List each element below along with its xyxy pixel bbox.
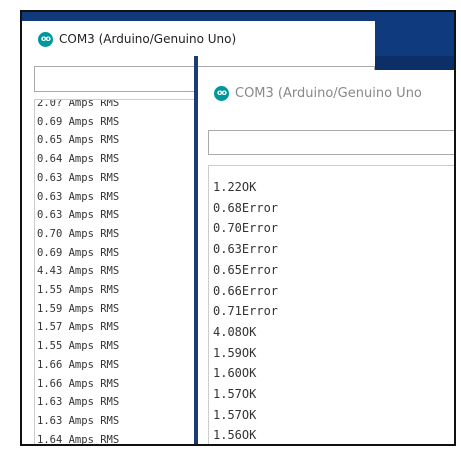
serial-output-line: 1.59 Amps RMS [37,302,120,315]
serial-output-line: 1.66 Amps RMS [37,358,120,371]
screenshot-frame: oo COM3 (Arduino/Genuino Uno) 2.0? Amps … [20,10,456,446]
window-titlebar[interactable]: oo COM3 (Arduino/Genuino Uno [198,70,454,116]
desktop-background [22,12,375,21]
serial-output-line: 1.56OK [213,428,257,443]
serial-output-lines: 2.0? Amps RMS 0.69 Amps RMS 0.65 Amps RMS 0… [35,99,120,446]
serial-output-line: 0.71Error [213,304,279,319]
serial-output-line: 0.69 Amps RMS [37,115,120,128]
serial-output-line: 4.43 Amps RMS [37,265,120,278]
serial-output-line: 0.70Error [213,221,279,236]
arduino-infinity-icon: oo [38,31,53,47]
serial-output-line: 1.59OK [213,345,257,360]
serial-output-line: 1.55 Amps RMS [37,340,120,353]
window-titlebar[interactable]: oo COM3 (Arduino/Genuino Uno) [22,21,375,57]
serial-output-line: 1.60OK [213,366,257,381]
serial-output-line: 0.65 Amps RMS [37,134,120,147]
desktop-background [375,12,454,56]
serial-output-line: 1.57 Amps RMS [37,321,120,334]
serial-output-line: 0.69 Amps RMS [37,246,120,259]
serial-output-pane[interactable]: 1.22OK 0.68Error 0.70Error 0.63Error 0.65Err… [208,165,454,444]
serial-output-line: 0.66Error [213,283,279,298]
serial-output-line: 1.22OK [213,180,257,194]
serial-output-line: 1.57OK [213,387,257,402]
arduino-infinity-icon: oo [214,85,229,101]
serial-output-line: 1.57OK [213,407,257,422]
serial-output-line: 1.64 Amps RMS [37,433,120,446]
window-title: COM3 (Arduino/Genuino Uno [235,85,422,101]
serial-output-line: 0.65Error [213,262,279,277]
serial-output-line: 4.08OK [213,324,257,339]
serial-output-line: 0.70 Amps RMS [37,227,120,240]
serial-output-line: 0.64 Amps RMS [37,153,120,166]
serial-output-line: 0.63 Amps RMS [37,190,120,203]
serial-output-line: 0.68Error [213,200,279,215]
serial-output-line: 1.66 Amps RMS [37,377,120,390]
serial-output-lines: 1.22OK 0.68Error 0.70Error 0.63Error 0.65Err… [213,177,279,444]
serial-output-line: 1.55 Amps RMS [37,284,120,297]
serial-output-line: 0.63 Amps RMS [37,171,120,184]
serial-send-input[interactable] [208,130,454,155]
window-title: COM3 (Arduino/Genuino Uno) [59,32,237,46]
serial-output-line: 1.63 Amps RMS [37,414,120,427]
serial-output-line: 0.63 Amps RMS [37,209,120,222]
serial-output-line: 2.0? Amps RMS [37,99,120,109]
serial-output-line: 0.63Error [213,242,279,257]
serial-output-line: 1.63 Amps RMS [37,396,120,409]
serial-output-pane[interactable]: 2.0? Amps RMS 0.69 Amps RMS 0.65 Amps RMS 0… [34,99,195,446]
serial-monitor-window-front[interactable]: oo COM3 (Arduino/Genuino Uno 1.22OK 0.68E… [198,70,454,444]
